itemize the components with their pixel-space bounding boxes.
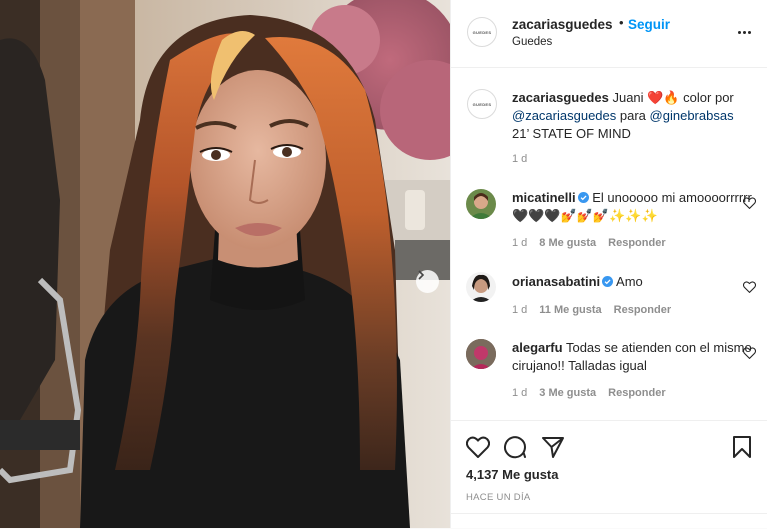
caption-meta: 1 d bbox=[512, 153, 527, 165]
comment-time[interactable]: 1 d bbox=[512, 237, 527, 249]
reply-button[interactable]: Responder bbox=[614, 304, 671, 316]
caption-time[interactable]: 1 d bbox=[512, 153, 527, 165]
comment-username[interactable]: alegarfu bbox=[512, 340, 563, 355]
likes-count[interactable]: 4,137 Me gusta bbox=[466, 467, 559, 482]
post-header: GUEDES zacariasguedes • Seguir Guedes bbox=[451, 0, 767, 68]
caption-author-avatar[interactable]: GUEDES bbox=[467, 89, 497, 119]
comment-text: micatinelli El unooooo mi amoooorrrrrr 🖤… bbox=[512, 189, 752, 225]
post-side-panel: GUEDES zacariasguedes • Seguir Guedes GU… bbox=[450, 0, 767, 528]
comment-username[interactable]: micatinelli bbox=[512, 190, 576, 205]
comment-icon[interactable] bbox=[503, 435, 527, 459]
next-image-button[interactable] bbox=[416, 270, 439, 293]
heart-icon[interactable] bbox=[743, 347, 756, 359]
verified-icon bbox=[602, 276, 614, 287]
comment-meta: 1 d 3 Me gusta Responder bbox=[512, 387, 666, 399]
caption-mention-2[interactable]: @ginebrabsas bbox=[650, 108, 734, 123]
caption-mention-1[interactable]: @zacariasguedes bbox=[512, 108, 616, 123]
comment-body: Amo bbox=[616, 274, 643, 289]
caption-avatar-logo-text: GUEDES bbox=[472, 101, 492, 107]
comment-likes[interactable]: 3 Me gusta bbox=[539, 387, 596, 399]
post-actions: 4,137 Me gusta HACE UN DÍA bbox=[451, 420, 767, 528]
comment-avatar[interactable] bbox=[466, 189, 496, 219]
comment-time[interactable]: 1 d bbox=[512, 304, 527, 316]
reply-button[interactable]: Responder bbox=[608, 387, 665, 399]
caption-text-mid: color por bbox=[683, 90, 734, 105]
header-separator: • bbox=[619, 15, 624, 30]
comment-text: orianasabatini Amo bbox=[512, 273, 752, 291]
verified-icon bbox=[577, 192, 589, 203]
comment-time[interactable]: 1 d bbox=[512, 387, 527, 399]
avatar-photo-icon bbox=[469, 193, 493, 219]
follow-button[interactable]: Seguir bbox=[628, 17, 670, 32]
caption-username[interactable]: zacariasguedes bbox=[512, 90, 609, 105]
avatar-photo-icon bbox=[470, 274, 492, 302]
bookmark-icon[interactable] bbox=[732, 435, 752, 459]
heart-icon[interactable] bbox=[743, 281, 756, 293]
comment-likes[interactable]: 11 Me gusta bbox=[539, 304, 601, 316]
comment-likes[interactable]: 8 Me gusta bbox=[539, 237, 596, 249]
add-comment-area[interactable] bbox=[451, 513, 767, 529]
author-avatar[interactable]: GUEDES bbox=[467, 17, 497, 47]
like-heart-icon[interactable] bbox=[466, 436, 490, 458]
share-icon[interactable] bbox=[541, 436, 565, 458]
caption-text: zacariasguedes Juani ❤️🔥 color por @zaca… bbox=[512, 89, 752, 143]
more-options-icon[interactable] bbox=[738, 31, 751, 34]
avatar-photo-icon bbox=[466, 339, 496, 369]
comment-text: alegarfu Todas se atienden con el mismo … bbox=[512, 339, 752, 375]
comment-avatar[interactable] bbox=[466, 339, 496, 369]
caption-emoji: ❤️🔥 bbox=[647, 90, 680, 105]
comment-meta: 1 d 8 Me gusta Responder bbox=[512, 237, 666, 249]
post-location[interactable]: Guedes bbox=[512, 36, 552, 48]
post-photo[interactable] bbox=[0, 0, 450, 528]
caption-text-start: Juani bbox=[612, 90, 644, 105]
post-timestamp[interactable]: HACE UN DÍA bbox=[466, 492, 531, 503]
author-username[interactable]: zacariasguedes bbox=[512, 17, 613, 32]
heart-icon[interactable] bbox=[743, 197, 756, 209]
instagram-post: GUEDES zacariasguedes • Seguir Guedes GU… bbox=[0, 0, 767, 528]
caption-word-para: para bbox=[619, 108, 646, 123]
comment-meta: 1 d 11 Me gusta Responder bbox=[512, 304, 671, 316]
portrait-image bbox=[0, 0, 450, 528]
comment-username[interactable]: orianasabatini bbox=[512, 274, 600, 289]
comment-avatar[interactable] bbox=[466, 272, 496, 302]
author-avatar-logo-text: GUEDES bbox=[472, 29, 492, 35]
caption-text-end: 21’ STATE OF MIND bbox=[512, 126, 631, 141]
reply-button[interactable]: Responder bbox=[608, 237, 665, 249]
chevron-right-icon bbox=[418, 270, 425, 280]
